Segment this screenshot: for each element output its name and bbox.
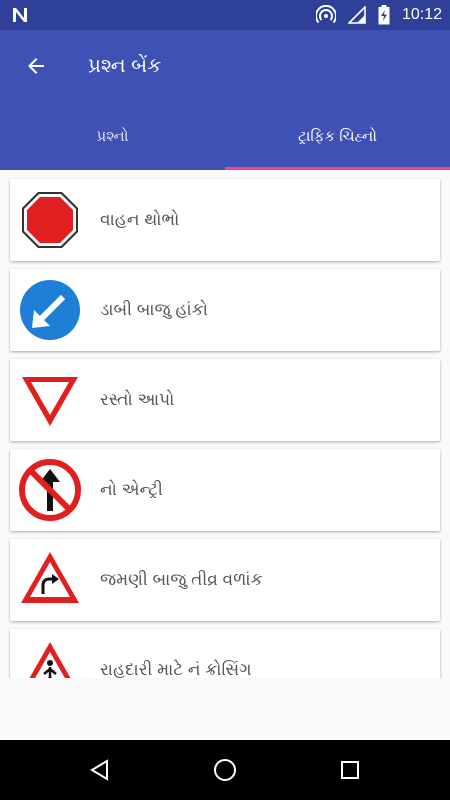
hotspot-icon (315, 5, 336, 24)
no-entry-sign-icon (19, 459, 81, 521)
list-item[interactable]: વાહન થોભો (10, 179, 440, 261)
list-item-label: ડાબી બાજુ હાંકો (100, 300, 208, 319)
page-title: પ્રશ્ન બેંક (88, 55, 162, 77)
list-item[interactable]: ડાબી બાજુ હાંકો (10, 269, 440, 351)
list-item-label: વાહન થોભો (100, 210, 180, 229)
tab-questions[interactable]: પ્રશ્નો (0, 102, 225, 170)
tab-traffic-signs-label: ટ્રાફિક ચિહ્નો (298, 127, 377, 145)
list-item[interactable]: નો એન્ટ્રી (10, 449, 440, 531)
traffic-sign-list[interactable]: વાહન થોભો ડાબી બાજુ હાંકો રસ્તો આપો નો એ… (0, 170, 450, 678)
battery-charging-icon (378, 5, 390, 25)
navigation-bar (0, 740, 450, 800)
nav-home-button[interactable] (205, 750, 245, 790)
stop-sign-icon (22, 192, 78, 248)
tab-bar: પ્રશ્નો ટ્રાફિક ચિહ્નો (0, 102, 450, 170)
tab-traffic-signs[interactable]: ટ્રાફિક ચિહ્નો (225, 102, 450, 170)
recents-square-icon (341, 761, 359, 779)
list-item[interactable]: રસ્તો આપો (10, 359, 440, 441)
list-item-label: રાહદારી માટે નં ક્રોસિંગ (100, 660, 252, 678)
pedestrian-crossing-sign-icon (29, 642, 71, 678)
app-bar: પ્રશ્ન બેંક (0, 30, 450, 102)
list-item-label: રસ્તો આપો (100, 390, 175, 409)
give-way-sign-icon (22, 377, 78, 426)
status-time: 10:12 (401, 6, 442, 23)
nav-back-button[interactable] (80, 750, 120, 790)
back-button[interactable] (14, 44, 58, 88)
list-item[interactable]: રાહદારી માટે નં ક્રોસિંગ (10, 629, 440, 678)
arrow-back-icon (28, 58, 44, 74)
right-curve-sign-icon (21, 552, 79, 603)
list-item-label: નો એન્ટ્રી (100, 480, 163, 499)
notification-n-icon (13, 8, 27, 22)
back-triangle-icon (90, 759, 108, 781)
list-item[interactable]: જમણી બાજુ તીવ્ર વળાંક (10, 539, 440, 621)
status-bar: 10:12 (0, 0, 450, 30)
signal-icon (347, 6, 366, 24)
tab-questions-label: પ્રશ્નો (96, 127, 129, 145)
list-item-label: જમણી બાજુ તીવ્ર વળાંક (100, 570, 263, 589)
nav-recents-button[interactable] (330, 750, 370, 790)
home-circle-icon (214, 759, 236, 781)
keep-left-sign-icon (20, 280, 80, 340)
